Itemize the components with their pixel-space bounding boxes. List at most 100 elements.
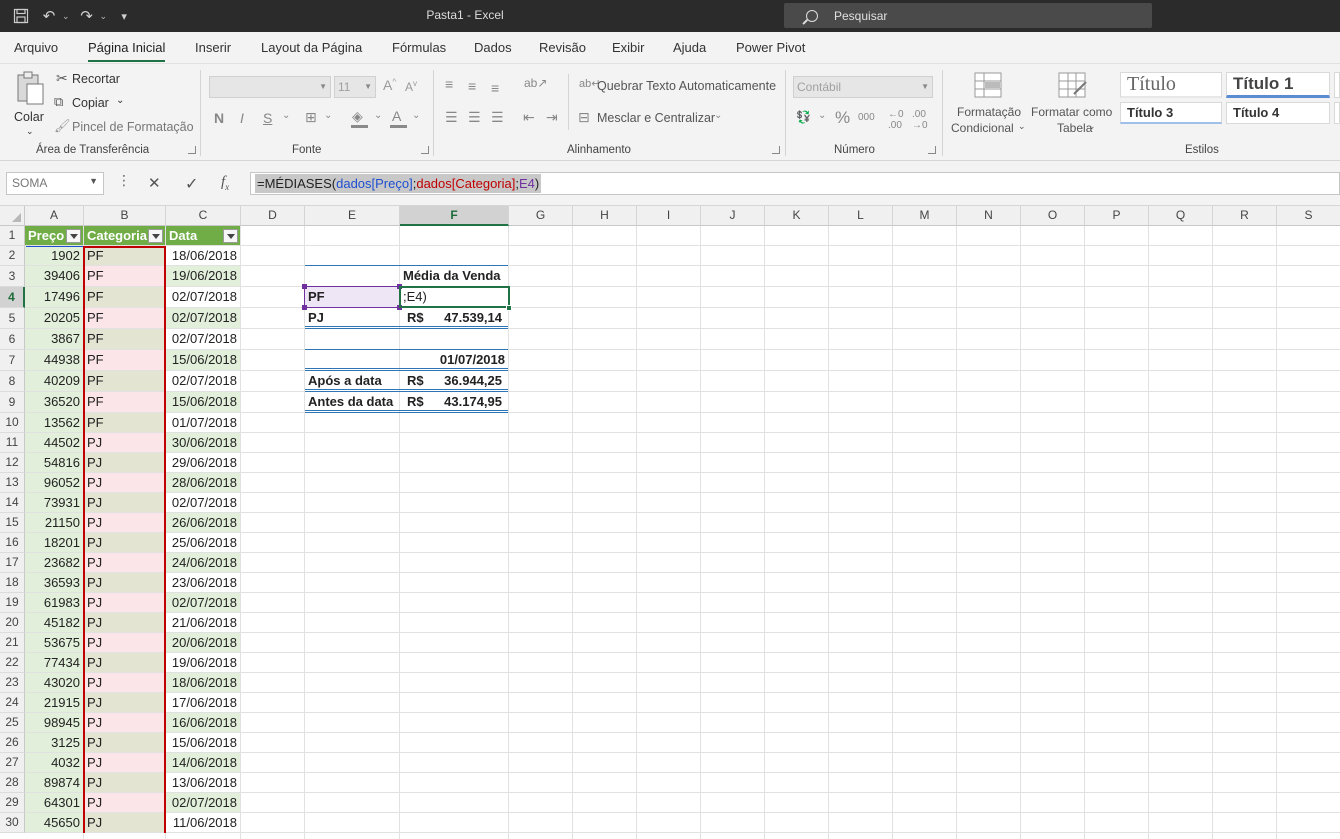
table-cell-data[interactable]: 02/07/2018 — [166, 329, 240, 349]
column-header-l[interactable]: L — [829, 206, 893, 226]
table-cell-preco[interactable]: 44938 — [25, 350, 83, 370]
format-as-table-button[interactable]: Formatar como Tabela ⌄ — [1030, 70, 1116, 140]
row-header-19[interactable]: 19 — [0, 593, 25, 613]
column-header-a[interactable]: A — [25, 206, 84, 226]
table-cell-preco[interactable]: 98945 — [25, 713, 83, 732]
column-header-c[interactable]: C — [166, 206, 241, 226]
table-cell-data[interactable]: 02/07/2018 — [166, 493, 240, 512]
table-cell-preco[interactable]: 36520 — [25, 392, 83, 412]
tab-inserir[interactable]: Inserir — [195, 40, 231, 55]
table-cell-preco[interactable]: 64301 — [25, 793, 83, 812]
table-cell-data[interactable]: 28/06/2018 — [166, 473, 240, 492]
table-cell-categoria[interactable]: PJ — [84, 693, 165, 712]
table-cell-preco[interactable]: 3125 — [25, 733, 83, 752]
merge-center-button[interactable]: Mesclar e Centralizar — [597, 111, 715, 125]
row-header-28[interactable]: 28 — [0, 773, 25, 793]
row-header-30[interactable]: 30 — [0, 813, 25, 833]
column-header-p[interactable]: P — [1085, 206, 1149, 226]
row-header-23[interactable]: 23 — [0, 673, 25, 693]
tab-layout-da-pagina[interactable]: Layout da Página — [261, 40, 362, 55]
row-header-10[interactable]: 10 — [0, 413, 25, 433]
conditional-formatting-button[interactable]: Formatação Condicional ⌄ — [950, 70, 1026, 140]
borders-icon[interactable]: ⊞ — [305, 109, 317, 126]
bold-button[interactable]: N — [214, 110, 224, 126]
table-cell-preco[interactable]: 53675 — [25, 633, 83, 652]
font-size-combo[interactable]: 11 ▼ — [334, 76, 376, 98]
row-header-6[interactable]: 6 — [0, 329, 25, 350]
borders-dropdown-icon[interactable]: ⌄ — [324, 110, 332, 121]
table-cell-preco[interactable]: 39406 — [25, 266, 83, 286]
row-header-8[interactable]: 8 — [0, 371, 25, 392]
table-cell-categoria[interactable]: PJ — [84, 753, 165, 772]
summary-label-before[interactable]: Antes da data — [305, 392, 399, 412]
table-cell-categoria[interactable]: PF — [84, 246, 165, 265]
table-cell-categoria[interactable]: PJ — [84, 433, 165, 452]
table-cell-preco[interactable]: 3867 — [25, 329, 83, 349]
table-cell-categoria[interactable]: PF — [84, 371, 165, 391]
table-cell-categoria[interactable]: PF — [84, 329, 165, 349]
row-header-5[interactable]: 5 — [0, 308, 25, 329]
table-cell-preco[interactable]: 54816 — [25, 453, 83, 472]
table-header-a[interactable]: Preço — [25, 226, 83, 245]
table-cell-preco[interactable]: 13562 — [25, 413, 83, 432]
table-cell-categoria[interactable]: PJ — [84, 453, 165, 472]
alignment-launcher-icon[interactable] — [772, 146, 780, 154]
table-cell-categoria[interactable]: PJ — [84, 633, 165, 652]
worksheet-grid[interactable]: A B C D E F G H I J K L M N O P Q R S 1 2 3 4 5 6 7 8 9 10 11 12 13 14 15… — [0, 206, 1340, 839]
table-cell-categoria[interactable]: PJ — [84, 713, 165, 732]
select-all-button[interactable] — [0, 206, 25, 226]
table-cell-data[interactable]: 29/06/2018 — [166, 453, 240, 472]
table-header-c[interactable]: Data — [166, 226, 240, 245]
tab-arquivo[interactable]: Arquivo — [14, 40, 58, 55]
orientation-icon[interactable]: ab↗ — [524, 76, 547, 90]
table-cell-preco[interactable]: 89874 — [25, 773, 83, 792]
summary-value-pj[interactable]: R$ 47.539,14 — [400, 308, 508, 328]
table-cell-categoria[interactable]: PJ — [84, 653, 165, 672]
row-header-26[interactable]: 26 — [0, 733, 25, 753]
column-header-f[interactable]: F — [400, 206, 509, 226]
table-cell-preco[interactable]: 18201 — [25, 533, 83, 552]
row-header-17[interactable]: 17 — [0, 553, 25, 573]
row-header-20[interactable]: 20 — [0, 613, 25, 633]
summary-header[interactable]: Média da Venda — [400, 266, 508, 286]
format-painter-button[interactable]: Pincel de Formatação — [72, 120, 194, 134]
font-color-icon[interactable]: A — [392, 108, 401, 124]
row-header-11[interactable]: 11 — [0, 433, 25, 453]
table-cell-preco[interactable]: 73931 — [25, 493, 83, 512]
table-cell-data[interactable]: 24/06/2018 — [166, 553, 240, 572]
tab-power-pivot[interactable]: Power Pivot — [736, 40, 805, 55]
accounting-dropdown-icon[interactable]: ⌄ — [818, 110, 826, 121]
style-titulo-3[interactable]: Título 3 — [1120, 102, 1222, 124]
number-launcher-icon[interactable] — [928, 146, 936, 154]
table-cell-categoria[interactable]: PJ — [84, 573, 165, 592]
row-header-25[interactable]: 25 — [0, 713, 25, 733]
formula-input[interactable]: =MÉDIASES(dados[Preço];dados[Categoria];… — [250, 172, 1340, 195]
table-cell-preco[interactable]: 21915 — [25, 693, 83, 712]
table-cell-categoria[interactable]: PF — [84, 350, 165, 370]
column-header-k[interactable]: K — [765, 206, 829, 226]
percent-style-icon[interactable]: % — [835, 108, 850, 128]
cancel-entry-icon[interactable]: ✕ — [148, 174, 161, 192]
column-header-n[interactable]: N — [957, 206, 1021, 226]
row-header-24[interactable]: 24 — [0, 693, 25, 713]
row-header-16[interactable]: 16 — [0, 533, 25, 553]
table-cell-data[interactable]: 18/06/2018 — [166, 673, 240, 692]
search-box[interactable]: Pesquisar — [784, 3, 1152, 28]
row-header-2[interactable]: 2 — [0, 246, 25, 266]
table-cell-preco[interactable]: 20205 — [25, 308, 83, 328]
table-cell-preco[interactable]: 36593 — [25, 573, 83, 592]
table-cell-data[interactable]: 02/07/2018 — [166, 308, 240, 328]
table-cell-categoria[interactable]: PJ — [84, 673, 165, 692]
table-cell-preco[interactable]: 96052 — [25, 473, 83, 492]
table-cell-preco[interactable]: 4032 — [25, 753, 83, 772]
table-cell-preco[interactable]: 45182 — [25, 613, 83, 632]
row-header-21[interactable]: 21 — [0, 633, 25, 653]
table-cell-data[interactable]: 01/07/2018 — [166, 413, 240, 432]
summary-label-after[interactable]: Após a data — [305, 371, 399, 391]
table-cell-data[interactable]: 19/06/2018 — [166, 266, 240, 286]
table-header-b[interactable]: Categoria — [84, 226, 165, 245]
table-cell-data[interactable]: 25/06/2018 — [166, 533, 240, 552]
column-header-i[interactable]: I — [637, 206, 701, 226]
active-cell-editor[interactable]: ;E4) — [400, 287, 508, 307]
summary-label-pf[interactable]: PF — [305, 287, 399, 307]
